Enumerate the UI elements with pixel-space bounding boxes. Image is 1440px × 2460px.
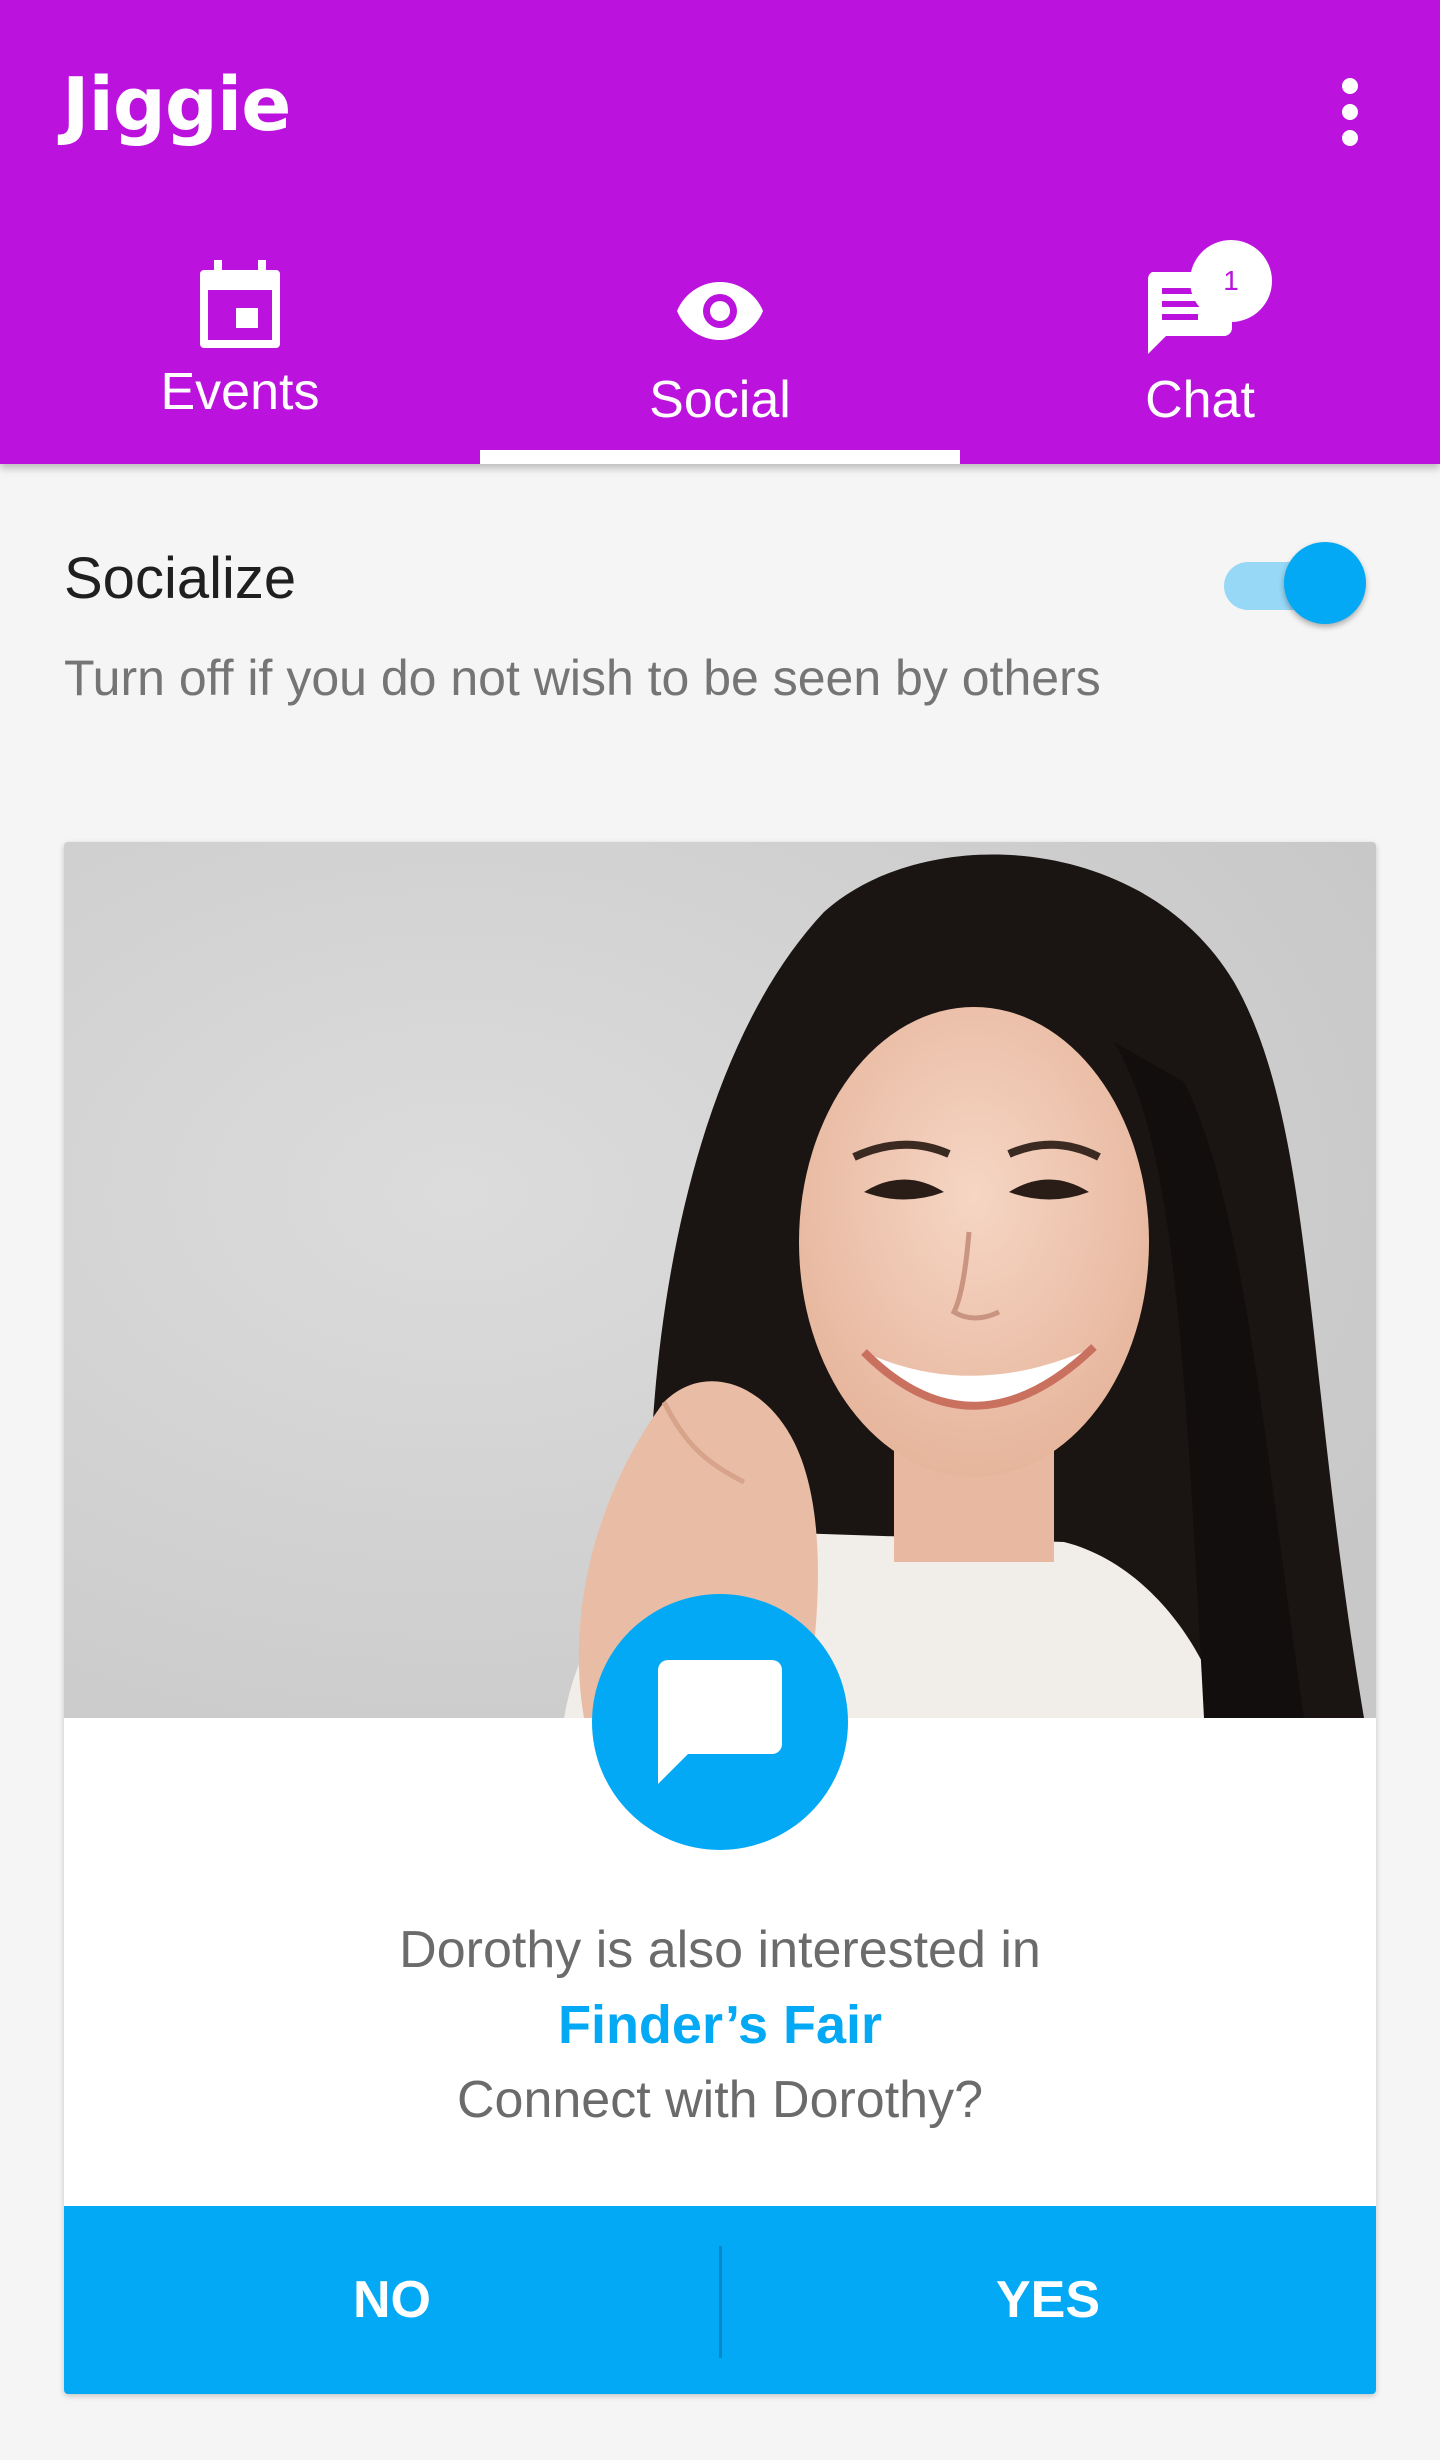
no-button[interactable]: NO — [64, 2206, 720, 2394]
message-icon — [658, 1660, 782, 1784]
tab-events[interactable]: Events — [0, 240, 480, 464]
event-link[interactable]: Finder’s Fair — [64, 1994, 1376, 2056]
tab-social-label: Social — [649, 371, 791, 429]
message-button[interactable] — [592, 1594, 848, 1850]
socialize-description: Turn off if you do not wish to be seen b… — [64, 650, 1101, 706]
match-message: Dorothy is also interested in — [399, 1921, 1041, 1979]
socialize-toggle[interactable] — [1224, 542, 1366, 624]
tab-chat-label: Chat — [1145, 371, 1255, 429]
calendar-icon — [200, 260, 280, 348]
match-card: Dorothy is also interested in Finder’s F… — [64, 842, 1376, 2394]
action-bar: NO YES — [64, 2206, 1376, 2394]
connect-prompt: Connect with Dorothy? — [456, 2071, 984, 2129]
eye-icon — [677, 282, 763, 340]
socialize-title: Socialize — [64, 546, 297, 611]
tab-social[interactable]: Social — [480, 240, 960, 464]
toggle-thumb — [1284, 542, 1366, 624]
profile-photo[interactable] — [64, 842, 1376, 1718]
yes-button[interactable]: YES — [720, 2206, 1376, 2394]
chat-badge: 1 — [1190, 240, 1272, 322]
more-vert-icon[interactable] — [1320, 72, 1380, 152]
socialize-section: Socialize Turn off if you do not wish to… — [64, 545, 1384, 706]
profile-photo-illustration — [64, 842, 1376, 1718]
app-bar: Jiggie Events Social Chat 1 — [0, 0, 1440, 464]
tab-events-label: Events — [160, 363, 320, 421]
tab-indicator — [480, 450, 960, 464]
app-logo: Jiggie — [62, 62, 291, 148]
